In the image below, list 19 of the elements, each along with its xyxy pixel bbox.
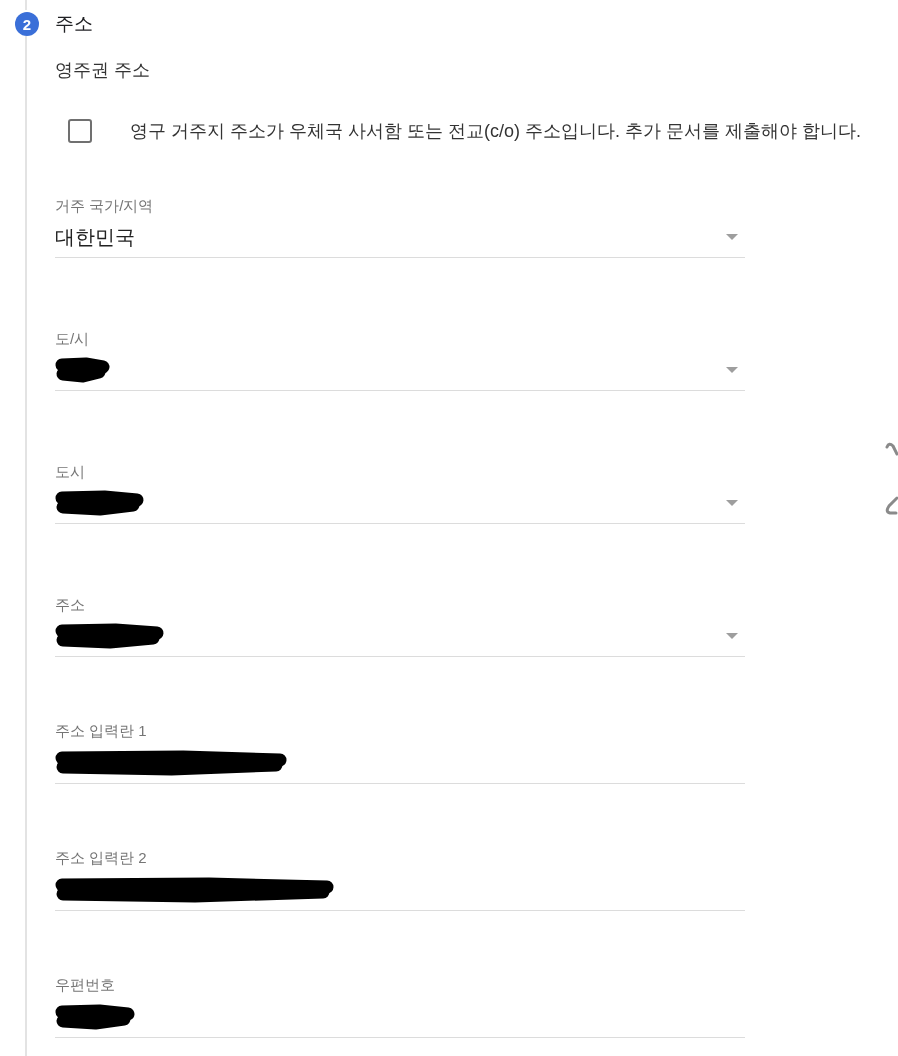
dropdown-arrow-icon <box>726 234 738 240</box>
field-label: 거주 국가/지역 <box>55 196 154 216</box>
field-label: 주소 <box>55 595 85 615</box>
field-label: 주소 입력란 1 <box>55 721 147 741</box>
checkbox-label: 영구 거주지 주소가 우체국 사서함 또는 전교(c/o) 주소입니다. 추가 문서를 제출해야 합니다. <box>130 120 861 143</box>
dropdown-arrow-icon <box>726 500 738 506</box>
field-label: 주소 입력란 2 <box>55 848 147 868</box>
dropdown-arrow-icon <box>726 633 738 639</box>
redaction-scribble <box>55 357 111 383</box>
checkbox[interactable] <box>68 119 92 143</box>
dropdown-field[interactable]: 대한민국 <box>55 221 745 258</box>
dropdown-arrow-icon <box>726 367 738 373</box>
section-subtitle: 영주권 주소 <box>55 59 150 81</box>
field-label: 도/시 <box>55 329 90 349</box>
step-number: 2 <box>15 12 39 36</box>
step-title: 주소 <box>55 12 93 36</box>
curved-strokes-icon <box>884 440 898 516</box>
field-label: 우편번호 <box>55 975 115 995</box>
field-label: 도시 <box>55 462 85 482</box>
